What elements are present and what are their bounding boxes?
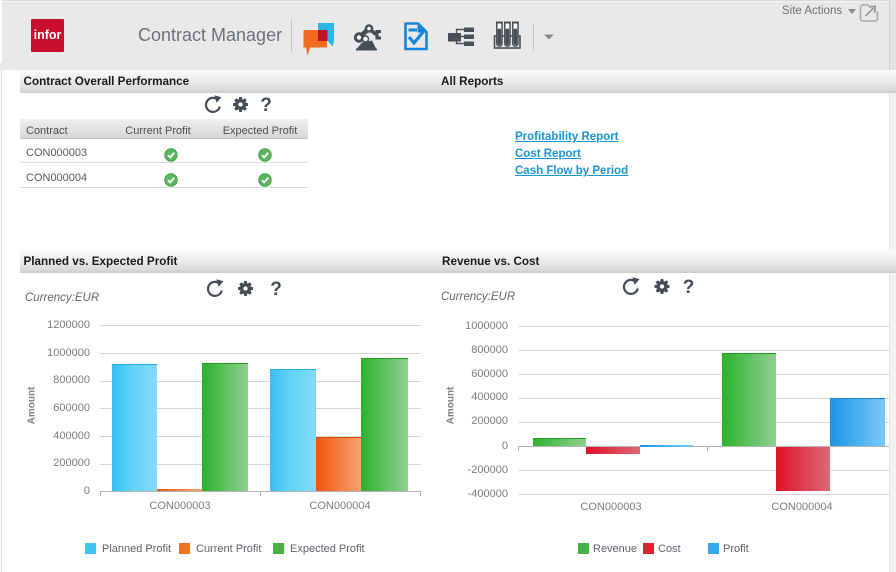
svg-text:?: ?: [260, 95, 272, 116]
svg-text:?: ?: [683, 277, 695, 298]
svg-text:?: ?: [270, 279, 282, 300]
